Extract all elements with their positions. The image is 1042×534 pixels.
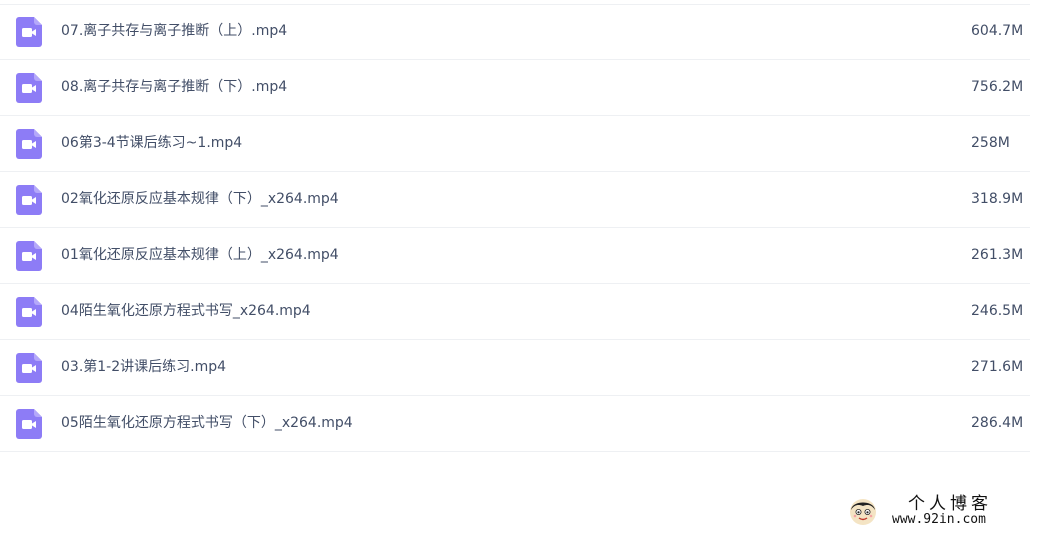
video-file-icon [16,297,42,327]
file-row[interactable]: 05陌生氧化还原方程式书写（下）_x264.mp4 286.4M [0,396,1030,452]
file-name[interactable]: 05陌生氧化还原方程式书写（下）_x264.mp4 [61,413,353,433]
file-size: 261.3M [971,247,1024,263]
file-row[interactable]: 03.第1-2讲课后练习.mp4 271.6M [0,340,1030,396]
file-size: 286.4M [971,415,1024,431]
file-size: 604.7M [971,23,1024,39]
file-row[interactable]: 04陌生氧化还原方程式书写_x264.mp4 246.5M [0,284,1030,340]
file-name[interactable]: 06第3-4节课后练习~1.mp4 [61,133,242,153]
file-size: 258M [971,135,1010,151]
file-size: 271.6M [971,359,1024,375]
file-row[interactable]: 07.离子共存与离子推断（上）.mp4 604.7M [0,4,1030,60]
avatar-logo-icon [848,497,878,527]
file-list: 07.离子共存与离子推断（上）.mp4 604.7M 08.离子共存与离子推断（… [0,4,1042,452]
file-row[interactable]: 01氧化还原反应基本规律（上）_x264.mp4 261.3M [0,228,1030,284]
file-row[interactable]: 08.离子共存与离子推断（下）.mp4 756.2M [0,60,1030,116]
file-size: 246.5M [971,303,1024,319]
file-name[interactable]: 03.第1-2讲课后练习.mp4 [61,357,226,377]
video-file-icon [16,17,42,47]
video-file-icon [16,185,42,215]
file-name[interactable]: 04陌生氧化还原方程式书写_x264.mp4 [61,301,311,321]
video-file-icon [16,73,42,103]
file-name[interactable]: 01氧化还原反应基本规律（上）_x264.mp4 [61,245,339,265]
blog-watermark: 个人博客 www.92in.com [848,494,1038,530]
file-size: 756.2M [971,79,1024,95]
file-name[interactable]: 02氧化还原反应基本规律（下）_x264.mp4 [61,189,339,209]
video-file-icon [16,241,42,271]
file-row[interactable]: 02氧化还原反应基本规律（下）_x264.mp4 318.9M [0,172,1030,228]
video-file-icon [16,129,42,159]
video-file-icon [16,409,42,439]
file-name[interactable]: 07.离子共存与离子推断（上）.mp4 [61,21,287,41]
file-row[interactable]: 06第3-4节课后练习~1.mp4 258M [0,116,1030,172]
video-file-icon [16,353,42,383]
file-name[interactable]: 08.离子共存与离子推断（下）.mp4 [61,77,287,97]
watermark-url: www.92in.com [892,512,986,527]
file-size: 318.9M [971,191,1024,207]
